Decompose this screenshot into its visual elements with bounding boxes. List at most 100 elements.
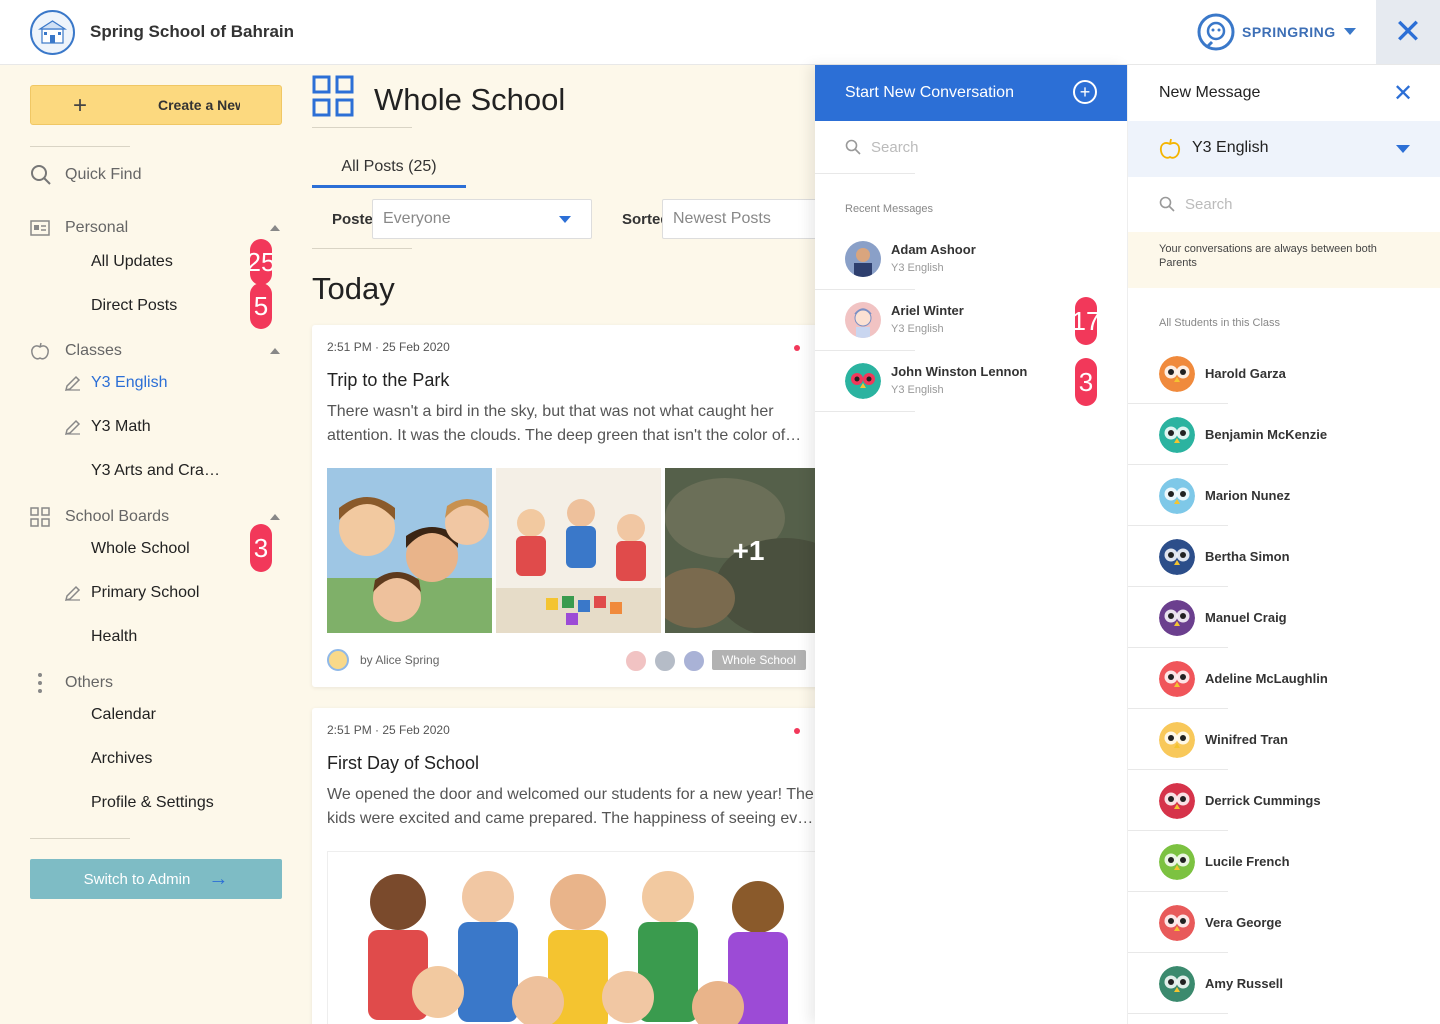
divider [30,146,130,147]
viewer-avatar [624,649,648,673]
sidebar-item-all-updates[interactable]: All Updates [91,251,173,273]
posted-to-select[interactable]: Everyone [372,199,592,239]
owl-avatar-icon [1159,600,1195,636]
start-conversation-title: Start New Conversation [845,84,1014,101]
chevron-down-icon [1396,145,1410,153]
student-search-input[interactable]: Search [1159,193,1233,215]
post-author: by Alice Spring [360,653,440,667]
section-school-boards[interactable]: School Boards [30,506,169,528]
posted-to-value: Everyone [383,210,451,227]
author-avatar [327,649,349,671]
create-new-label: Create a New [158,97,240,113]
grid-icon [30,507,50,527]
student-item[interactable]: Lucile French [1128,831,1440,892]
divider [30,838,130,839]
sidebar-item-y3-math[interactable]: Y3 Math [64,416,151,438]
student-item[interactable]: Derrick Cummings [1128,770,1440,831]
close-icon[interactable]: ✕ [1376,0,1440,64]
sidebar-item-archives[interactable]: Archives [91,748,152,770]
owl-avatar-icon [1159,844,1195,880]
conversation-class: Y3 English [891,384,944,396]
student-name: Marion Nunez [1205,488,1291,503]
brand-name[interactable]: SPRINGRING [1242,24,1336,40]
student-item[interactable]: Vera George [1128,892,1440,953]
student-item[interactable]: Manuel Craig [1128,587,1440,648]
student-item[interactable]: Harold Garza [1128,343,1440,404]
unread-badge: 17 [1075,297,1097,345]
switch-to-admin-button[interactable]: Switch to Admin → [30,859,282,899]
pencil-icon [64,375,81,392]
sidebar-item-label: Health [91,628,138,645]
post-title[interactable]: Trip to the Park [327,370,449,391]
search-icon [31,165,51,185]
chevron-down-icon[interactable] [1344,28,1356,35]
student-item[interactable]: Benjamin McKenzie [1128,404,1440,465]
section-others[interactable]: Others [30,672,113,694]
class-select[interactable]: Y3 English [1128,121,1440,177]
student-name: Lucile French [1205,854,1290,869]
viewer-avatar [682,649,706,673]
new-message-title: New Message [1159,84,1261,101]
grid-icon [312,75,354,117]
sidebar-item-calendar[interactable]: Calendar [91,704,156,726]
owl-avatar-icon [1159,905,1195,941]
sidebar-item-profile-settings[interactable]: Profile & Settings [91,792,214,814]
owl-avatar-icon [1159,966,1195,1002]
post-card[interactable]: 2:51 PM · 25 Feb 2020 Trip to the Park T… [312,325,815,687]
conversation-search-input[interactable]: Search [845,136,919,158]
student-name: Manuel Craig [1205,610,1287,625]
school-logo[interactable] [30,10,75,55]
student-item[interactable]: Marion Nunez [1128,465,1440,526]
tab-all-posts[interactable]: All Posts (25) [312,158,466,188]
student-item[interactable]: Winifred Tran [1128,709,1440,770]
conversation-name: Ariel Winter [891,303,964,318]
springring-logo-icon[interactable] [1196,12,1236,52]
unread-badge: 3 [1075,358,1097,406]
post-photo[interactable] [327,851,815,1024]
sidebar-item-y3-arts[interactable]: Y3 Arts and Cra… [91,460,220,482]
section-personal[interactable]: Personal [30,217,128,239]
sorted-by-select[interactable]: Newest Posts [662,199,815,239]
post-photo[interactable] [327,468,492,633]
quick-find[interactable]: Quick Find [30,160,141,190]
owl-avatar-icon [1159,661,1195,697]
collapse-icon[interactable] [270,348,280,354]
post-photo[interactable] [496,468,661,633]
board-tag[interactable]: Whole School [712,650,806,670]
student-name: Amy Russell [1205,976,1284,991]
sidebar-item-whole-school[interactable]: Whole School [91,538,190,560]
section-classes[interactable]: Classes [30,340,122,362]
post-time: 2:51 PM · 25 Feb 2020 [327,340,450,354]
apple-icon [1159,138,1181,159]
section-boards-label: School Boards [65,508,170,525]
collapse-icon[interactable] [270,514,280,520]
student-item[interactable]: Bertha Simon [1128,526,1440,587]
sidebar-item-direct-posts[interactable]: Direct Posts [91,295,177,317]
conversation-item[interactable]: Adam Ashoor Y3 English [815,229,1127,290]
start-conversation-header[interactable]: Start New Conversation + [815,65,1127,121]
student-name: Bertha Simon [1205,549,1290,564]
owl-avatar-icon [1159,356,1195,392]
create-new-button[interactable]: + Create a New [30,85,282,125]
sidebar-item-health[interactable]: Health [91,626,137,648]
student-item[interactable]: Amy Russell [1128,953,1440,1014]
post-card[interactable]: 2:51 PM · 25 Feb 2020 First Day of Schoo… [312,708,815,1024]
collapse-icon[interactable] [270,225,280,231]
photo-children-image [327,468,492,633]
quick-find-label: Quick Find [65,166,142,183]
section-others-label: Others [65,674,114,691]
search-icon [845,139,861,155]
add-conversation-icon[interactable]: + [1073,80,1097,104]
close-icon[interactable]: ✕ [1393,79,1413,108]
owl-avatar-icon [1159,417,1195,453]
owl-avatar-icon [1159,539,1195,575]
post-title[interactable]: First Day of School [327,753,479,774]
student-item[interactable]: Adeline McLaughlin [1128,648,1440,709]
sidebar-item-primary-school[interactable]: Primary School [64,582,199,604]
more-photos-count: +1 [732,534,765,566]
search-placeholder: Search [1185,195,1233,213]
sidebar: + Create a New Quick Find Personal All U… [0,65,300,1024]
post-photo-more[interactable]: +1 [665,468,815,633]
sidebar-item-label: All Updates [91,253,173,270]
sidebar-item-y3-english[interactable]: Y3 English [64,372,168,394]
